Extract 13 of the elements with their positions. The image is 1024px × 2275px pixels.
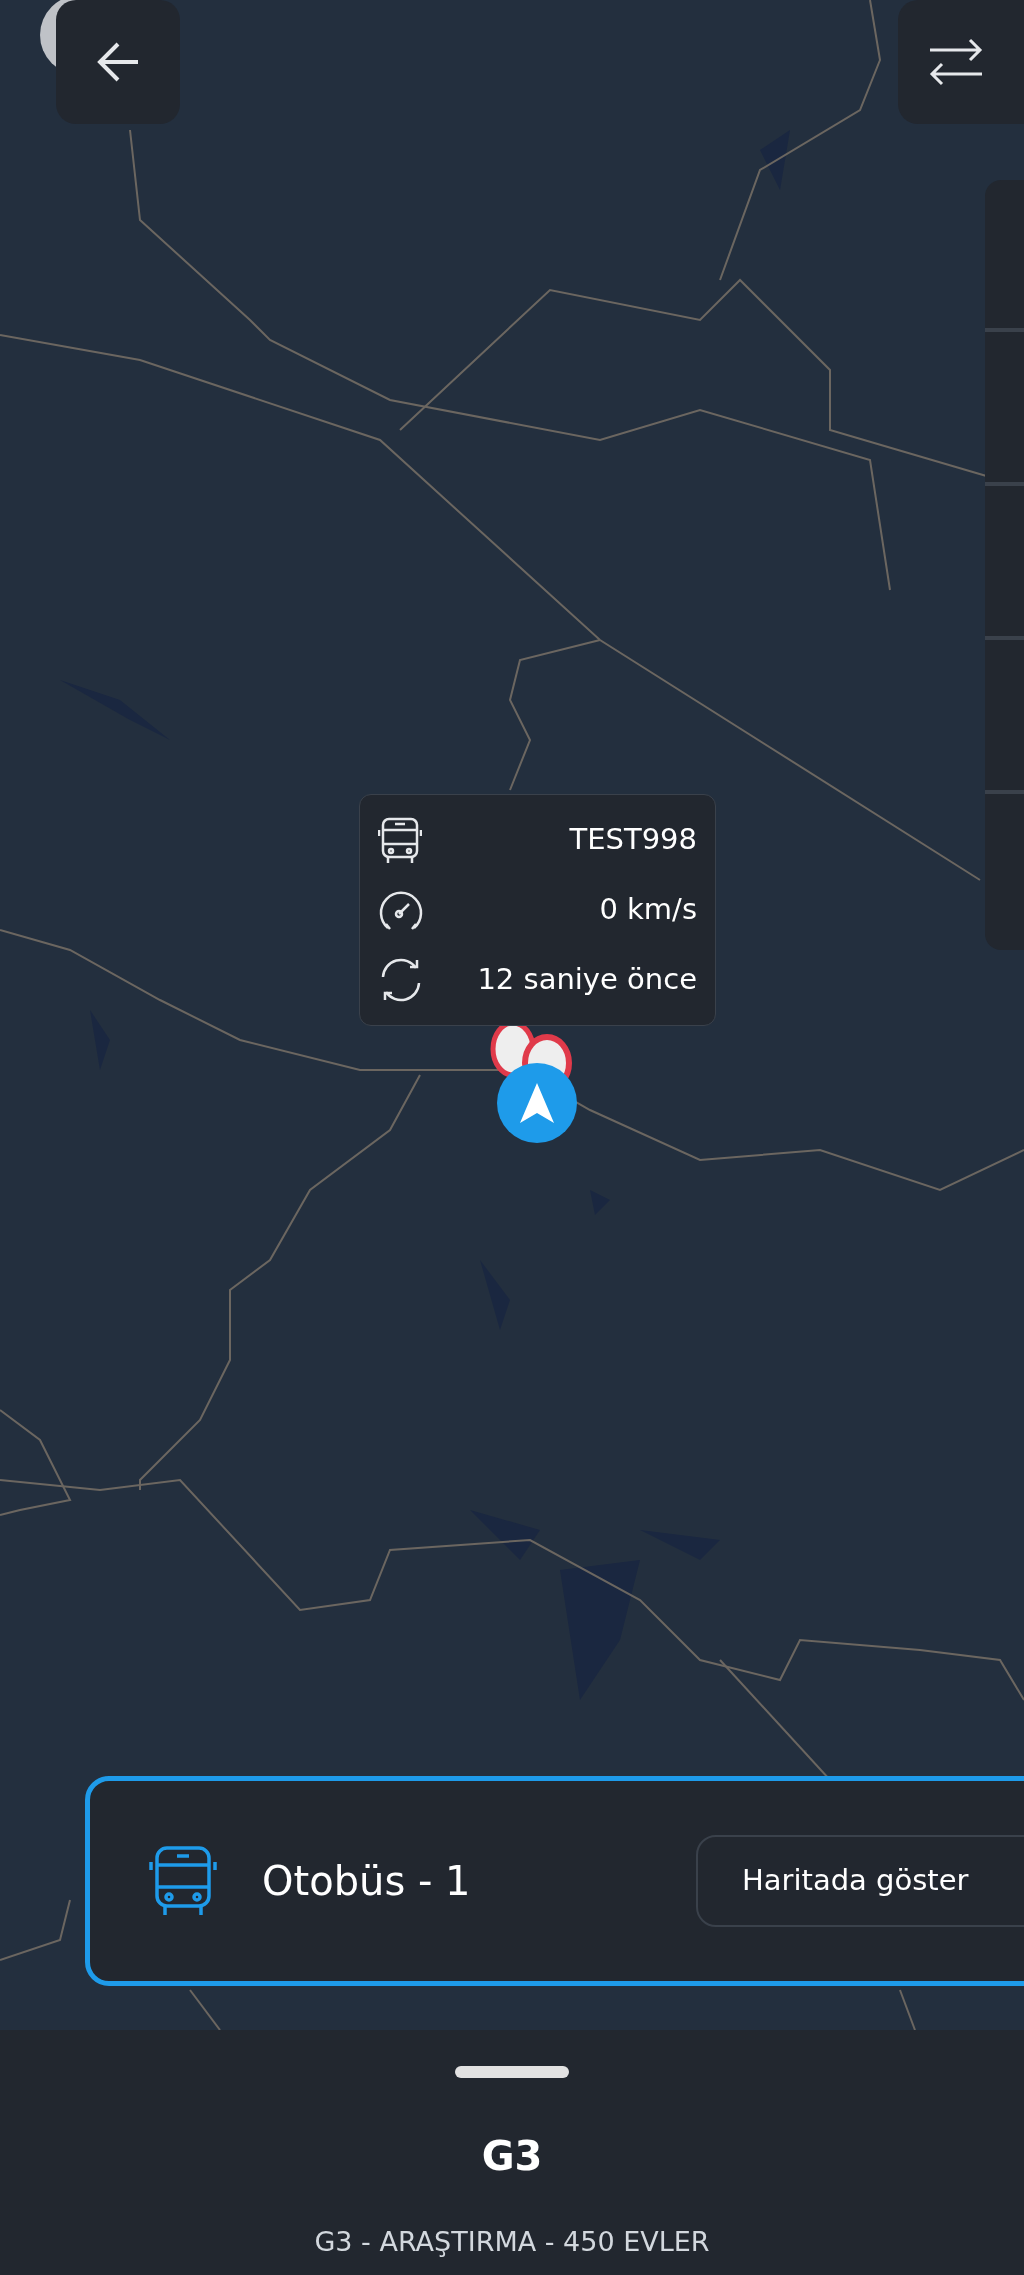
- bus-icon: [148, 1845, 218, 1917]
- popup-value: TEST998: [569, 821, 697, 859]
- bus-icon: [378, 816, 422, 864]
- navigation-arrow-icon: [520, 1083, 554, 1123]
- swap-button[interactable]: [898, 0, 1024, 124]
- back-button[interactable]: [56, 0, 180, 124]
- popup-value: 0 km/s: [599, 891, 697, 929]
- drag-handle[interactable]: [455, 2066, 569, 2078]
- route-description: G3 - ARAŞTIRMA - 450 EVLER: [314, 2228, 710, 2255]
- popup-value: 12 saniye önce: [477, 961, 697, 999]
- show-on-map-button[interactable]: Haritada göster: [696, 1835, 1024, 1927]
- vehicle-name: Otobüs - 1: [262, 1857, 471, 1906]
- route-title: G3: [481, 2136, 543, 2176]
